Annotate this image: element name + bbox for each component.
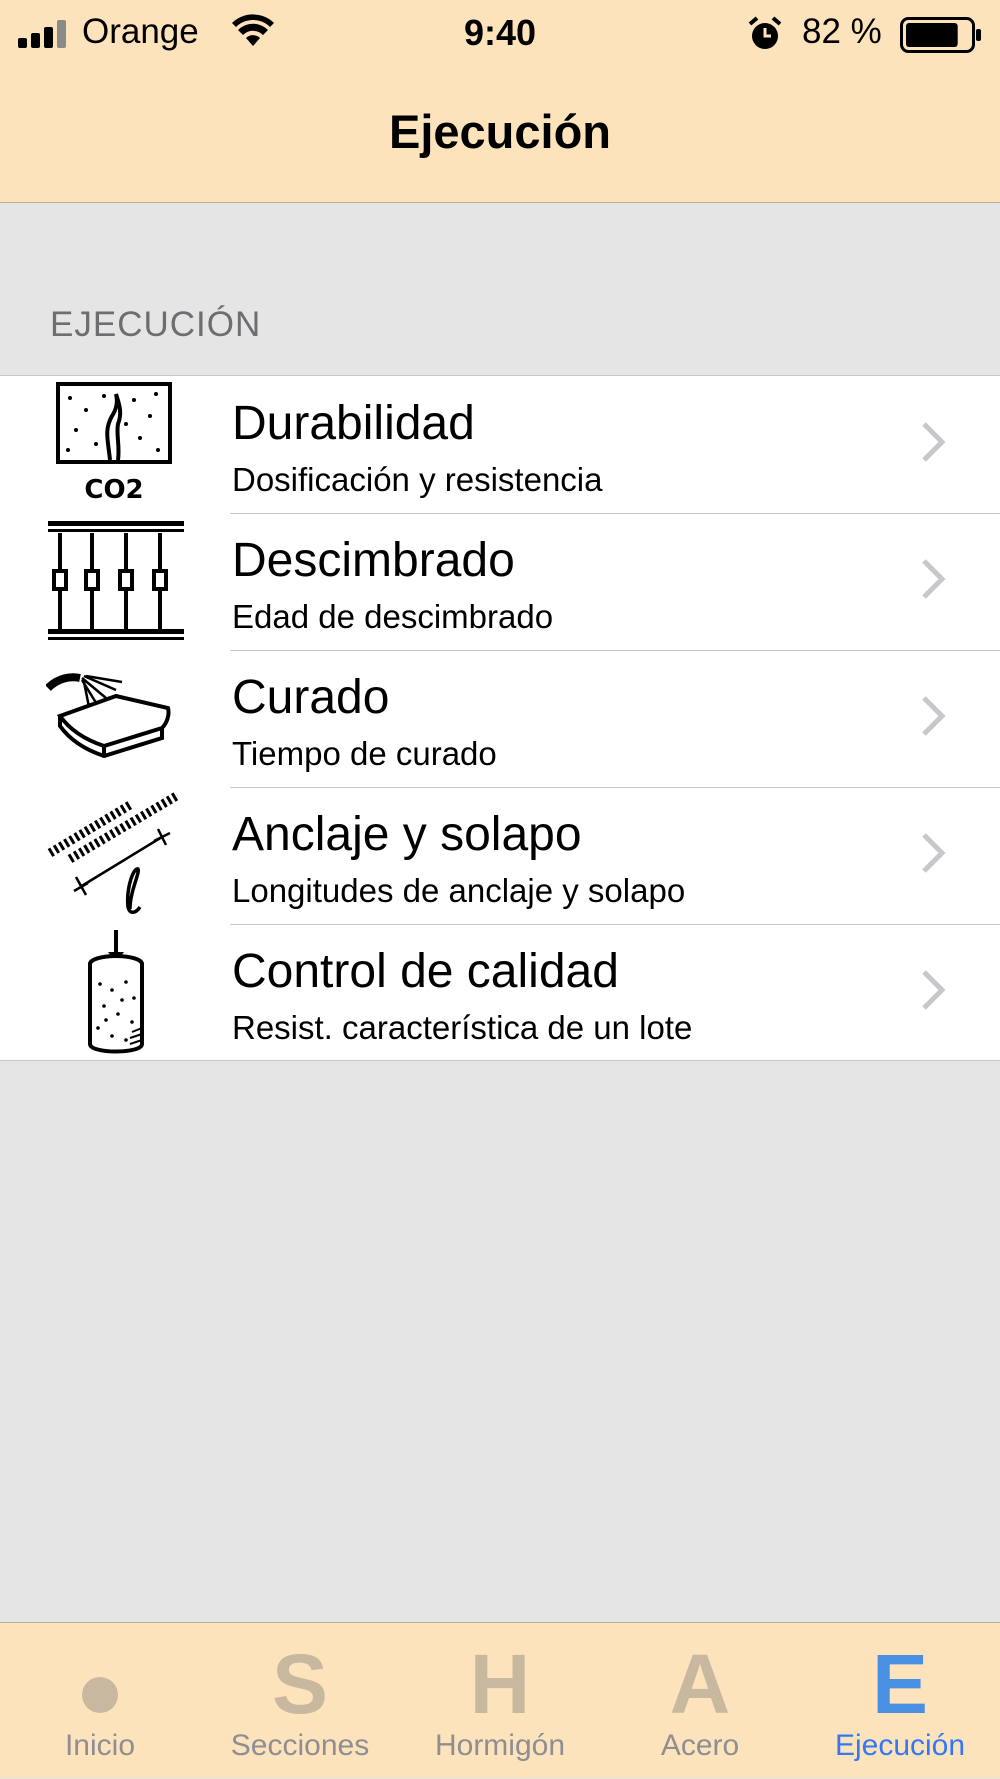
- letter-h-icon: H: [469, 1637, 531, 1731]
- battery-percent: 82 %: [802, 12, 882, 51]
- row-subtitle: Edad de descimbrado: [232, 598, 554, 635]
- list-item-curado[interactable]: Curado Tiempo de curado: [0, 650, 1000, 787]
- list-item-descimbrado[interactable]: Descimbrado Edad de descimbrado: [0, 513, 1000, 650]
- chevron-right-icon: [922, 422, 946, 462]
- row-subtitle: Tiempo de curado: [232, 735, 497, 772]
- tab-ejecucion[interactable]: E Ejecución: [800, 1623, 1000, 1779]
- chevron-right-icon: [922, 696, 946, 736]
- list-item-anclaje-y-solapo[interactable]: Anclaje y solapo Longitudes de anclaje y…: [0, 787, 1000, 924]
- tab-label: Acero: [660, 1729, 740, 1762]
- row-subtitle: Dosificación y resistencia: [232, 461, 603, 498]
- status-bar: Orange 9:40 82 %: [0, 0, 1000, 70]
- tab-hormigon[interactable]: H Hormigón: [400, 1623, 600, 1779]
- co2-label: CO2: [84, 475, 143, 505]
- tab-bar: Inicio S Secciones H Hormigón A Acero E …: [0, 1622, 1000, 1778]
- row-title: Curado: [232, 671, 390, 724]
- chevron-right-icon: [922, 970, 946, 1010]
- section-header: EJECUCIÓN: [50, 305, 262, 344]
- row-subtitle: Longitudes de anclaje y solapo: [232, 872, 686, 909]
- list-item-durabilidad[interactable]: CO2 Durabilidad Dosificación y resistenc…: [0, 376, 1000, 513]
- chevron-right-icon: [922, 559, 946, 599]
- row-title: Anclaje y solapo: [232, 808, 582, 861]
- tab-label: Secciones: [230, 1729, 370, 1762]
- anchorage-icon: [47, 791, 181, 914]
- row-subtitle: Resist. característica de un lote: [232, 1009, 693, 1046]
- letter-e-icon: E: [871, 1637, 929, 1731]
- row-title: Descimbrado: [232, 534, 515, 587]
- quality-control-icon: [88, 930, 144, 1054]
- shoring-icon: [48, 521, 184, 640]
- tab-label: Ejecución: [834, 1729, 966, 1762]
- tab-label: Inicio: [64, 1729, 136, 1762]
- tab-secciones[interactable]: S Secciones: [200, 1623, 400, 1779]
- battery-icon: [900, 17, 981, 53]
- menu-list: CO2 Durabilidad Dosificación y resistenc…: [0, 375, 1000, 1061]
- curing-icon: [46, 673, 171, 759]
- top-bar: Orange 9:40 82 % Ejecución: [0, 0, 1000, 203]
- row-title: Control de calidad: [232, 945, 619, 998]
- tab-inicio[interactable]: Inicio: [0, 1623, 200, 1779]
- home-dot-icon: [0, 1639, 200, 1729]
- tab-label: Hormigón: [434, 1729, 566, 1762]
- alarm-icon: [748, 16, 782, 49]
- page-title: Ejecución: [388, 105, 611, 158]
- row-title: Durabilidad: [232, 397, 475, 450]
- chevron-right-icon: [922, 833, 946, 873]
- letter-s-icon: S: [271, 1637, 329, 1731]
- tab-acero[interactable]: A Acero: [600, 1623, 800, 1779]
- letter-a-icon: A: [669, 1637, 731, 1731]
- durability-icon: CO2: [56, 382, 172, 505]
- list-item-control-de-calidad[interactable]: Control de calidad Resist. característic…: [0, 924, 1000, 1061]
